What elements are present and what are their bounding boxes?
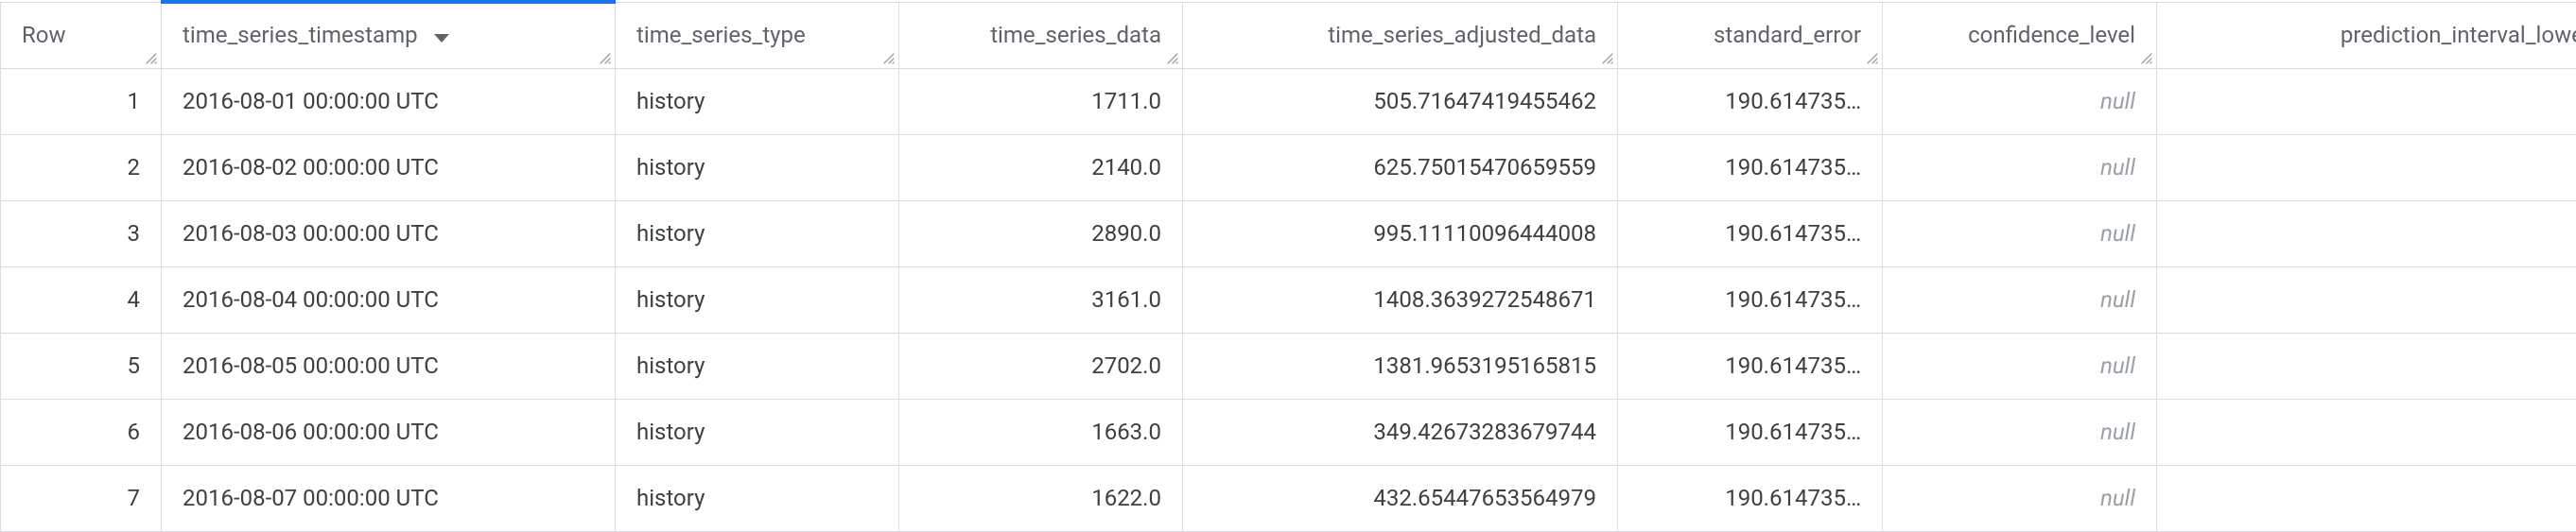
cell-row-number: 1 xyxy=(1,68,162,134)
cell-pilb: null xyxy=(2157,266,2576,333)
cell-row-number: 7 xyxy=(1,465,162,531)
cell-data: 2702.0 xyxy=(899,333,1183,399)
cell-stderr: 190.614735… xyxy=(1618,399,1883,465)
cell-stderr: 190.614735… xyxy=(1618,465,1883,531)
column-label: time_series_type xyxy=(636,22,806,48)
cell-timestamp: 2016-08-05 00:00:00 UTC xyxy=(162,333,616,399)
table-header-row: Row time_series_timestamp time_series_ty… xyxy=(1,2,2576,68)
column-label: time_series_timestamp xyxy=(183,22,418,48)
resize-handle-icon[interactable] xyxy=(1166,52,1179,65)
table-row[interactable]: 22016-08-02 00:00:00 UTChistory2140.0625… xyxy=(1,134,2576,200)
cell-data: 2890.0 xyxy=(899,200,1183,266)
table-row[interactable]: 32016-08-03 00:00:00 UTChistory2890.0995… xyxy=(1,200,2576,266)
table-row[interactable]: 62016-08-06 00:00:00 UTChistory1663.0349… xyxy=(1,399,2576,465)
table-row[interactable]: 42016-08-04 00:00:00 UTChistory3161.0140… xyxy=(1,266,2576,333)
cell-pilb: null xyxy=(2157,134,2576,200)
cell-type: history xyxy=(616,68,899,134)
sort-descending-icon xyxy=(433,24,450,50)
cell-data: 3161.0 xyxy=(899,266,1183,333)
cell-type: history xyxy=(616,200,899,266)
cell-stderr: 190.614735… xyxy=(1618,200,1883,266)
resize-handle-icon[interactable] xyxy=(599,52,612,65)
cell-pilb: null xyxy=(2157,333,2576,399)
column-header-type[interactable]: time_series_type xyxy=(616,2,899,68)
column-header-row[interactable]: Row xyxy=(1,2,162,68)
cell-timestamp: 2016-08-01 00:00:00 UTC xyxy=(162,68,616,134)
cell-adjusted: 505.71647419455462 xyxy=(1183,68,1618,134)
cell-conf: null xyxy=(1883,333,2157,399)
cell-conf: null xyxy=(1883,200,2157,266)
table-row[interactable]: 52016-08-05 00:00:00 UTChistory2702.0138… xyxy=(1,333,2576,399)
cell-row-number: 5 xyxy=(1,333,162,399)
cell-stderr: 190.614735… xyxy=(1618,134,1883,200)
column-label: standard_error xyxy=(1714,22,1861,48)
column-header-confidence[interactable]: confidence_level xyxy=(1883,2,2157,68)
cell-conf: null xyxy=(1883,266,2157,333)
cell-stderr: 190.614735… xyxy=(1618,333,1883,399)
resize-handle-icon[interactable] xyxy=(2140,52,2153,65)
resize-handle-icon[interactable] xyxy=(1866,52,1879,65)
cell-stderr: 190.614735… xyxy=(1618,266,1883,333)
cell-type: history xyxy=(616,266,899,333)
column-label: time_series_data xyxy=(990,22,1161,48)
table-row[interactable]: 12016-08-01 00:00:00 UTChistory1711.0505… xyxy=(1,68,2576,134)
column-label: confidence_level xyxy=(1968,22,2135,48)
column-label: time_series_adjusted_data xyxy=(1328,22,1596,48)
cell-conf: null xyxy=(1883,399,2157,465)
cell-pilb: null xyxy=(2157,68,2576,134)
cell-row-number: 2 xyxy=(1,134,162,200)
column-label: prediction_interval_lower_bound xyxy=(2341,22,2576,48)
cell-timestamp: 2016-08-02 00:00:00 UTC xyxy=(162,134,616,200)
column-header-stderr[interactable]: standard_error xyxy=(1618,2,1883,68)
column-header-data[interactable]: time_series_data xyxy=(899,2,1183,68)
cell-conf: null xyxy=(1883,68,2157,134)
cell-data: 1711.0 xyxy=(899,68,1183,134)
cell-adjusted: 349.42673283679744 xyxy=(1183,399,1618,465)
cell-data: 1663.0 xyxy=(899,399,1183,465)
cell-pilb: null xyxy=(2157,465,2576,531)
column-header-adjusted[interactable]: time_series_adjusted_data xyxy=(1183,2,1618,68)
cell-row-number: 4 xyxy=(1,266,162,333)
cell-stderr: 190.614735… xyxy=(1618,68,1883,134)
table-body: 12016-08-01 00:00:00 UTChistory1711.0505… xyxy=(1,68,2576,531)
resize-handle-icon[interactable] xyxy=(882,52,896,65)
cell-adjusted: 625.75015470659559 xyxy=(1183,134,1618,200)
cell-timestamp: 2016-08-06 00:00:00 UTC xyxy=(162,399,616,465)
results-table: Row time_series_timestamp time_series_ty… xyxy=(0,0,2576,532)
cell-conf: null xyxy=(1883,465,2157,531)
table-row[interactable]: 72016-08-07 00:00:00 UTChistory1622.0432… xyxy=(1,465,2576,531)
column-label: Row xyxy=(22,22,66,48)
cell-type: history xyxy=(616,399,899,465)
cell-conf: null xyxy=(1883,134,2157,200)
column-header-pilb[interactable]: prediction_interval_lower_bound xyxy=(2157,2,2576,68)
column-header-timestamp[interactable]: time_series_timestamp xyxy=(162,2,616,68)
cell-pilb: null xyxy=(2157,200,2576,266)
cell-adjusted: 1381.9653195165815 xyxy=(1183,333,1618,399)
cell-row-number: 6 xyxy=(1,399,162,465)
resize-handle-icon[interactable] xyxy=(1601,52,1614,65)
cell-type: history xyxy=(616,134,899,200)
cell-adjusted: 432.65447653564979 xyxy=(1183,465,1618,531)
cell-timestamp: 2016-08-04 00:00:00 UTC xyxy=(162,266,616,333)
cell-type: history xyxy=(616,333,899,399)
cell-adjusted: 995.11110096444008 xyxy=(1183,200,1618,266)
cell-type: history xyxy=(616,465,899,531)
cell-row-number: 3 xyxy=(1,200,162,266)
cell-data: 1622.0 xyxy=(899,465,1183,531)
cell-adjusted: 1408.3639272548671 xyxy=(1183,266,1618,333)
cell-timestamp: 2016-08-03 00:00:00 UTC xyxy=(162,200,616,266)
cell-pilb: null xyxy=(2157,399,2576,465)
cell-timestamp: 2016-08-07 00:00:00 UTC xyxy=(162,465,616,531)
cell-data: 2140.0 xyxy=(899,134,1183,200)
resize-handle-icon[interactable] xyxy=(145,52,158,65)
